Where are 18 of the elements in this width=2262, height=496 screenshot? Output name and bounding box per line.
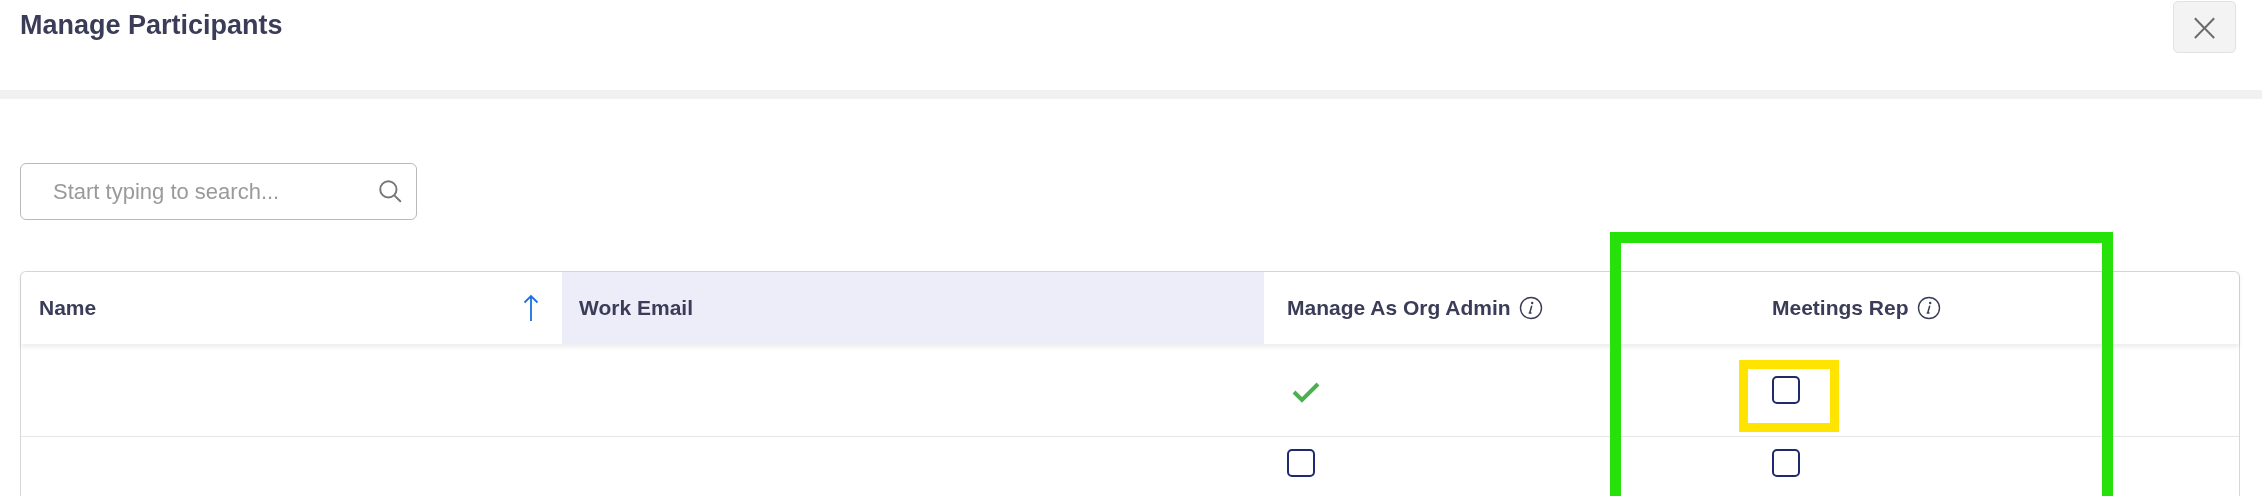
- dialog-title: Manage Participants: [20, 10, 283, 41]
- info-icon[interactable]: [1518, 296, 1543, 320]
- info-icon[interactable]: [1916, 296, 1941, 320]
- checkbox[interactable]: [1772, 376, 1800, 404]
- column-label: Work Email: [579, 296, 693, 320]
- column-label: Name: [39, 296, 97, 320]
- checkbox[interactable]: [1287, 449, 1315, 477]
- column-label: Meetings Rep: [1772, 296, 1909, 320]
- column-label: Manage As Org Admin: [1287, 296, 1511, 320]
- checkbox[interactable]: [1772, 449, 1800, 477]
- column-header[interactable]: Work Email: [562, 272, 1264, 344]
- column-header[interactable]: Manage As Org Admin: [1264, 272, 1640, 344]
- search-field[interactable]: Start typing to search...: [20, 163, 417, 220]
- close-button[interactable]: ×: [2173, 1, 2236, 53]
- column-header[interactable]: Name: [21, 272, 562, 344]
- column-header[interactable]: Meetings Rep: [1640, 272, 2239, 344]
- search-icon: [377, 178, 403, 204]
- sort-up-arrow-icon[interactable]: [523, 294, 539, 322]
